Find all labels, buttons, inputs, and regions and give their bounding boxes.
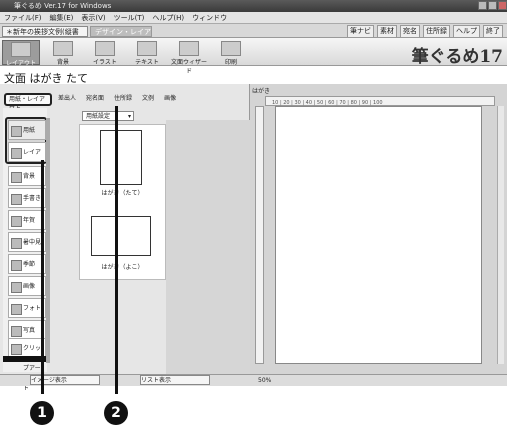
background-icon <box>11 172 22 183</box>
photo-icon <box>11 304 22 315</box>
left-tool-strip: 差出人 宛名面 住所録 文例 画像 <box>56 94 178 104</box>
link-address-book[interactable]: 住所録 <box>423 25 450 38</box>
thumbnail-landscape-label: はがき（よこ） <box>101 264 144 271</box>
tool-sender[interactable]: 差出人 <box>56 94 78 104</box>
illustration-icon <box>95 41 115 56</box>
tool-address-book[interactable]: 住所録 <box>112 94 134 104</box>
tool-sample-text[interactable]: 文例 <box>140 94 156 104</box>
menu-view[interactable]: 表示(V) <box>81 12 105 23</box>
toolbar-print-button[interactable]: 印刷 <box>212 40 250 66</box>
toolbar-wizard-button[interactable]: 文面ウィザード <box>170 40 208 75</box>
tool-image[interactable]: 画像 <box>162 94 178 104</box>
category-paper[interactable]: 用紙 <box>8 120 46 140</box>
close-button[interactable] <box>498 1 507 10</box>
thumbnail-landscape-postcard[interactable] <box>91 216 151 256</box>
picture-icon <box>11 326 22 337</box>
menu-edit[interactable]: 編集(E) <box>50 12 74 23</box>
callout-1: 1 <box>30 401 54 425</box>
layout-icon <box>11 148 22 159</box>
horizontal-ruler: 10 | 20 | 30 | 40 | 50 | 60 | 70 | 80 | … <box>265 96 495 106</box>
menu-tools[interactable]: ツール(T) <box>114 12 145 23</box>
left-empty-area <box>166 120 250 374</box>
link-material[interactable]: 素材 <box>377 25 397 38</box>
summer-icon <box>11 238 22 249</box>
zoom-level: 50% <box>258 377 272 384</box>
paper-settings-dropdown[interactable]: 用紙設定 ▾ <box>82 111 134 121</box>
clipart-icon <box>11 344 22 355</box>
tab-document[interactable]: ＊新年の挨拶文例(縦書き) <box>2 26 88 46</box>
season-icon <box>11 260 22 271</box>
link-exit[interactable]: 終了 <box>483 25 503 38</box>
vertical-ruler <box>255 106 264 364</box>
menu-file[interactable]: ファイル(F) <box>4 12 42 23</box>
handwriting-icon <box>11 194 22 205</box>
link-address[interactable]: 宛名 <box>400 25 420 38</box>
list-view-button[interactable]: リスト表示 <box>140 375 210 385</box>
menu-window[interactable]: ウィンドウ <box>192 12 227 23</box>
paper-icon <box>11 126 22 137</box>
app-logo: 筆ぐるめ17 <box>411 47 503 67</box>
tool-address-side[interactable]: 宛名面 <box>84 94 106 104</box>
toolbar-layout-button[interactable]: レイアウト <box>2 40 40 67</box>
wizard-icon <box>179 41 199 56</box>
layout-icon <box>11 42 31 57</box>
minimize-button[interactable] <box>478 1 487 10</box>
category-scrollbar[interactable] <box>46 118 50 363</box>
text-icon <box>137 41 157 56</box>
thumbnail-portrait-label: はがき（たて） <box>101 190 144 197</box>
tab-design-layout[interactable]: デザイン・レイアウト <box>90 26 152 46</box>
callout-2-line <box>115 106 118 394</box>
paper-layout-button[interactable]: 用紙・レイアウト <box>4 93 52 112</box>
postcard-canvas[interactable] <box>275 106 482 364</box>
chevron-down-icon: ▾ <box>127 113 131 120</box>
callout-1-line <box>41 160 44 394</box>
callout-2: 2 <box>104 401 128 425</box>
menu-bar: ファイル(F) 編集(E) 表示(V) ツール(T) ヘルプ(H) ウィンドウ <box>0 12 507 24</box>
window-title: 筆ぐるめ Ver.17 for Windows <box>14 2 112 10</box>
preview-header: はがき <box>252 88 271 95</box>
toolbar-background-button[interactable]: 背景 <box>44 40 82 66</box>
top-right-links: 筆ナビ 素材 宛名 住所録 ヘルプ 終了 <box>347 24 503 38</box>
toolbar-illustration-button[interactable]: イラスト <box>86 40 124 66</box>
maximize-button[interactable] <box>488 1 497 10</box>
menu-help[interactable]: ヘルプ(H) <box>152 12 184 23</box>
image-icon <box>11 282 22 293</box>
background-icon <box>53 41 73 56</box>
category-layout[interactable]: レイアウト <box>8 142 46 176</box>
title-bar: 筆ぐるめ Ver.17 for Windows <box>0 0 507 12</box>
link-help[interactable]: ヘルプ <box>453 25 480 38</box>
preview-bottom-bar: 50% <box>250 374 507 386</box>
toolbar-text-button[interactable]: テキスト <box>128 40 166 66</box>
link-fude-navi[interactable]: 筆ナビ <box>347 25 374 38</box>
new-year-icon <box>11 216 22 227</box>
preview-scrollbar[interactable] <box>497 106 504 364</box>
thumbnail-portrait-postcard[interactable] <box>100 130 142 185</box>
print-icon <box>221 41 241 56</box>
